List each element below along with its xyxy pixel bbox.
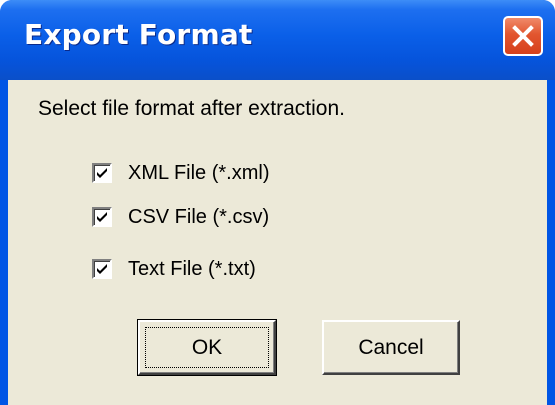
close-icon (512, 25, 534, 47)
checkmark-icon (97, 264, 107, 274)
checkmark-icon (97, 212, 107, 222)
ok-button-label: OK (191, 335, 223, 359)
option-csv[interactable]: CSV File (*.csv) (92, 204, 269, 230)
cancel-button-label: Cancel (358, 335, 424, 359)
txt-checkbox[interactable] (92, 259, 112, 279)
option-xml[interactable]: XML File (*.xml) (92, 160, 269, 186)
xml-checkbox[interactable] (92, 163, 112, 183)
csv-option-label: CSV File (*.csv) (128, 205, 270, 228)
cancel-button[interactable]: Cancel (322, 320, 460, 375)
csv-checkbox[interactable] (92, 207, 112, 227)
dialog-body (8, 80, 547, 405)
prompt-text: Select file format after extraction. (38, 97, 345, 120)
close-button[interactable] (503, 16, 543, 56)
ok-button[interactable]: OK (137, 319, 277, 376)
option-txt[interactable]: Text File (*.txt) (92, 256, 256, 282)
checkmark-icon (97, 168, 107, 178)
title-bar[interactable]: Export Format (0, 0, 555, 80)
export-format-dialog: Export Format Select file format after e… (0, 0, 555, 405)
xml-option-label: XML File (*.xml) (128, 161, 270, 184)
dialog-title: Export Format (24, 18, 253, 51)
txt-option-label: Text File (*.txt) (128, 257, 256, 280)
